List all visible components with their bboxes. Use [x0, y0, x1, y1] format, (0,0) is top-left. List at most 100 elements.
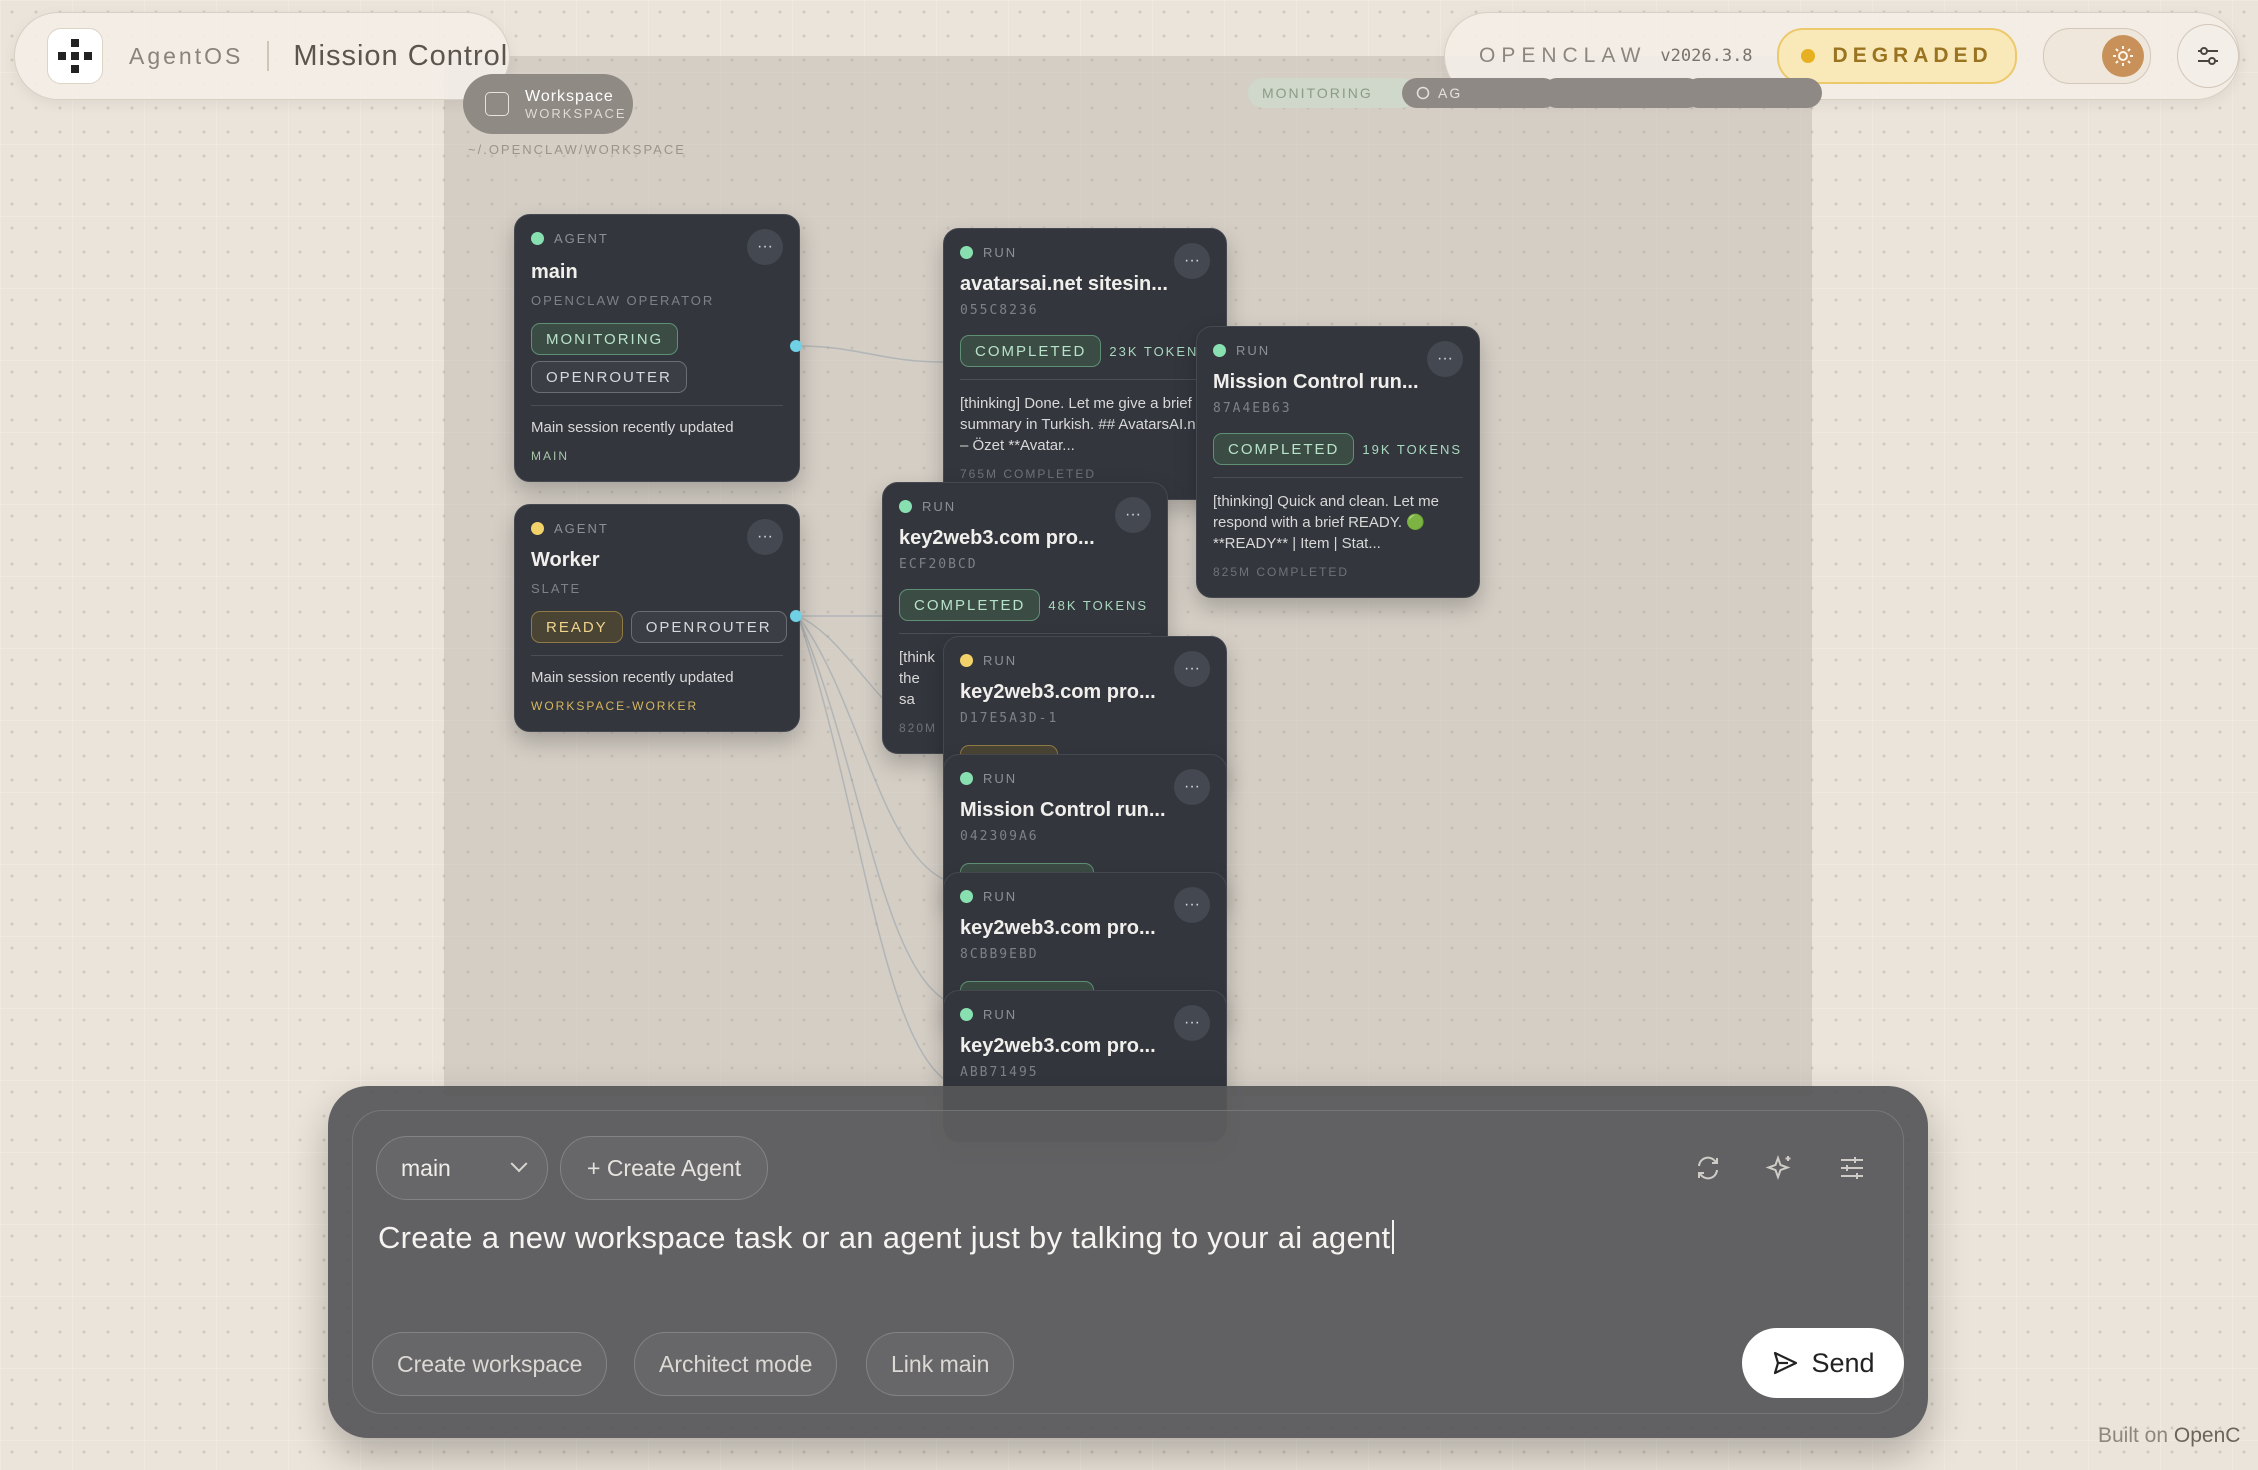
composer-settings-button[interactable]	[1832, 1148, 1872, 1188]
create-agent-button[interactable]: + Create Agent	[560, 1136, 769, 1200]
agent-card-main[interactable]: AGENT ··· main OPENCLAW OPERATOR MONITOR…	[514, 214, 800, 482]
run-title: Mission Control run...	[1213, 371, 1419, 393]
send-button[interactable]: Send	[1742, 1328, 1904, 1398]
run-title: key2web3.com pro...	[960, 1035, 1156, 1057]
run-card[interactable]: RUN ··· Mission Control run... 87A4EB63 …	[1196, 326, 1480, 598]
sliders-icon	[2198, 47, 2219, 65]
token-count: 19K TOKENS	[1362, 441, 1463, 457]
more-options-button[interactable]: ···	[1427, 341, 1463, 377]
theme-toggle[interactable]	[2042, 28, 2152, 84]
filter-monitoring[interactable]: MONITORING	[1248, 78, 1416, 108]
architect-mode-button[interactable]: Architect mode	[634, 1332, 838, 1396]
agent-card-worker[interactable]: AGENT ··· Worker SLATE READY OPENROUTER …	[514, 504, 800, 732]
card-kind: RUN	[1236, 343, 1271, 358]
status-dot-icon	[960, 246, 973, 259]
prompt-input[interactable]: Create a new workspace task or an agent …	[378, 1220, 1395, 1256]
workspace-icon	[485, 92, 509, 116]
status-badge: COMPLETED	[960, 335, 1102, 367]
more-options-button[interactable]: ···	[1174, 769, 1210, 805]
brand-bar: AgentOS Mission Control	[14, 12, 510, 100]
create-workspace-button[interactable]: Create workspace	[372, 1332, 608, 1396]
agentos-logo-icon[interactable]	[47, 28, 103, 84]
more-options-button[interactable]: ···	[1115, 497, 1151, 533]
more-options-button[interactable]: ···	[747, 229, 783, 265]
run-title: Mission Control run...	[960, 799, 1166, 821]
filter-pill[interactable]	[1542, 78, 1702, 108]
refresh-button[interactable]	[1688, 1148, 1728, 1188]
status-dot-icon	[531, 232, 544, 245]
output-port[interactable]	[790, 610, 802, 622]
card-kind: RUN	[983, 889, 1018, 904]
provider-badge: OPENROUTER	[630, 611, 787, 643]
status-badge: COMPLETED	[899, 589, 1041, 621]
status-dot-icon	[960, 1008, 973, 1021]
agent-role: SLATE	[531, 581, 582, 596]
built-on-footer: Built on OpenC	[2098, 1424, 2240, 1448]
agent-filter-icon	[1416, 86, 1430, 100]
run-card[interactable]: RUN ··· avatarsai.net sitesin... 055C823…	[943, 228, 1227, 500]
refresh-icon	[1698, 1156, 1718, 1180]
agent-tag: MAIN	[531, 449, 569, 463]
card-kind: RUN	[983, 771, 1018, 786]
filter-agents-label: AG	[1438, 85, 1463, 101]
divider	[531, 405, 783, 406]
status-badge: MONITORING	[531, 323, 679, 355]
more-options-button[interactable]: ···	[1174, 243, 1210, 279]
more-options-button[interactable]: ···	[1174, 651, 1210, 687]
health-status-badge[interactable]: DEGRADED	[1776, 28, 2017, 84]
agent-note: Main session recently updated	[531, 669, 734, 686]
divider	[899, 633, 1151, 634]
card-kind: RUN	[983, 245, 1018, 260]
filter-agents[interactable]: AG	[1402, 78, 1558, 108]
divider	[531, 655, 783, 656]
brand-divider	[267, 41, 270, 71]
agent-select[interactable]: main	[376, 1136, 548, 1200]
agent-name: Worker	[531, 549, 600, 571]
brand-name: AgentOS	[129, 42, 244, 69]
sun-icon	[2102, 35, 2145, 77]
health-status-label: DEGRADED	[1832, 44, 1993, 67]
run-footer: 765M COMPLETED	[960, 467, 1097, 481]
card-kind: AGENT	[554, 521, 609, 536]
run-footer: 825M COMPLETED	[1213, 565, 1350, 579]
agent-name: main	[531, 261, 578, 283]
more-options-button[interactable]: ···	[747, 519, 783, 555]
divider	[960, 379, 1210, 380]
built-on-link[interactable]: OpenC	[2174, 1424, 2241, 1447]
workspace-label: Workspace	[525, 87, 614, 105]
status-badge: READY	[531, 611, 623, 643]
agent-note: Main session recently updated	[531, 419, 734, 436]
output-port[interactable]	[790, 340, 802, 352]
run-id: 042309A6	[960, 829, 1039, 844]
link-main-button[interactable]: Link main	[866, 1332, 1015, 1396]
run-title: key2web3.com pro...	[960, 681, 1156, 703]
run-preview: [thinking] Quick and clean. Let me respo…	[1213, 493, 1439, 552]
chat-composer: main + Create Agent Create a new workspa…	[328, 1086, 1928, 1438]
chevron-down-icon	[510, 1155, 528, 1173]
run-preview: [thinking] Done. Let me give a brief sum…	[960, 395, 1209, 454]
status-badge: COMPLETED	[1213, 433, 1355, 465]
prompt-text: Create a new workspace task or an agent …	[378, 1220, 1391, 1255]
filter-pill[interactable]	[1684, 78, 1822, 108]
runtime-version: v2026.3.8	[1660, 46, 1753, 66]
settings-sliders-button[interactable]	[2177, 24, 2239, 88]
agent-role: OPENCLAW OPERATOR	[531, 293, 715, 308]
send-icon	[1774, 1351, 1798, 1375]
text-caret	[1392, 1220, 1395, 1254]
workspace-sublabel: WORKSPACE	[525, 105, 627, 121]
status-dot-icon	[1213, 344, 1226, 357]
more-options-button[interactable]: ···	[1174, 1005, 1210, 1041]
run-id: ECF20BCD	[899, 557, 978, 572]
run-id: 055C8236	[960, 303, 1039, 318]
run-title: avatarsai.net sitesin...	[960, 273, 1168, 295]
run-id: 8CBB9EBD	[960, 947, 1039, 962]
status-dot-icon	[1800, 49, 1815, 63]
more-options-button[interactable]: ···	[1174, 887, 1210, 923]
agent-tag: WORKSPACE-WORKER	[531, 699, 699, 713]
card-kind: RUN	[983, 653, 1018, 668]
magic-button[interactable]	[1760, 1148, 1800, 1188]
workspace-chip[interactable]: Workspace WORKSPACE	[463, 74, 633, 134]
workspace-path: ~/.OPENCLAW/WORKSPACE	[468, 142, 686, 157]
sparkles-icon	[1765, 1155, 1791, 1180]
run-title: key2web3.com pro...	[899, 527, 1095, 549]
